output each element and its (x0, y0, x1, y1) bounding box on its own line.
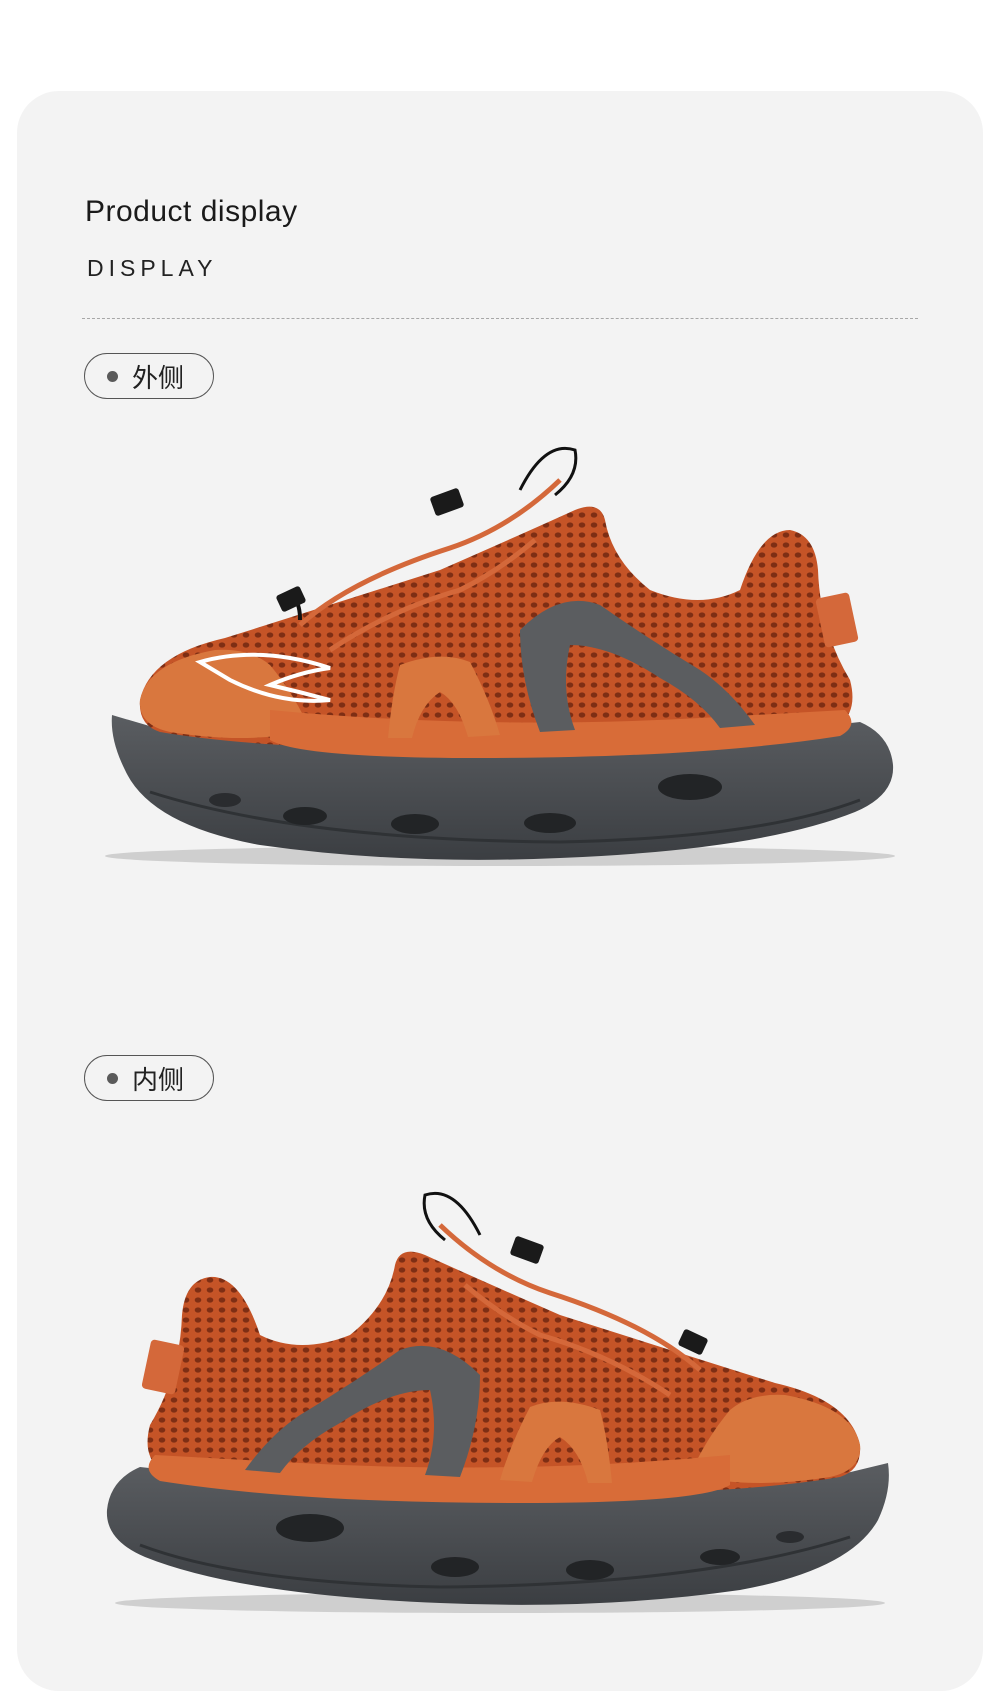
section-subtitle: DISPLAY (87, 255, 218, 281)
view-tag-label: 外侧 (132, 363, 185, 394)
view-tag-inner-side: 内侧 (84, 1055, 214, 1101)
section-title: Product display (85, 195, 298, 228)
bullet-dot-icon (107, 370, 118, 382)
bullet-dot-icon (107, 1072, 118, 1084)
view-tag-outer-side: 外侧 (84, 353, 214, 399)
shoe-inner-side-image (106, 1191, 889, 1613)
view-tag-label: 内侧 (132, 1065, 185, 1096)
shoe-outer-side-image (105, 446, 895, 866)
dashed-divider (82, 318, 918, 319)
